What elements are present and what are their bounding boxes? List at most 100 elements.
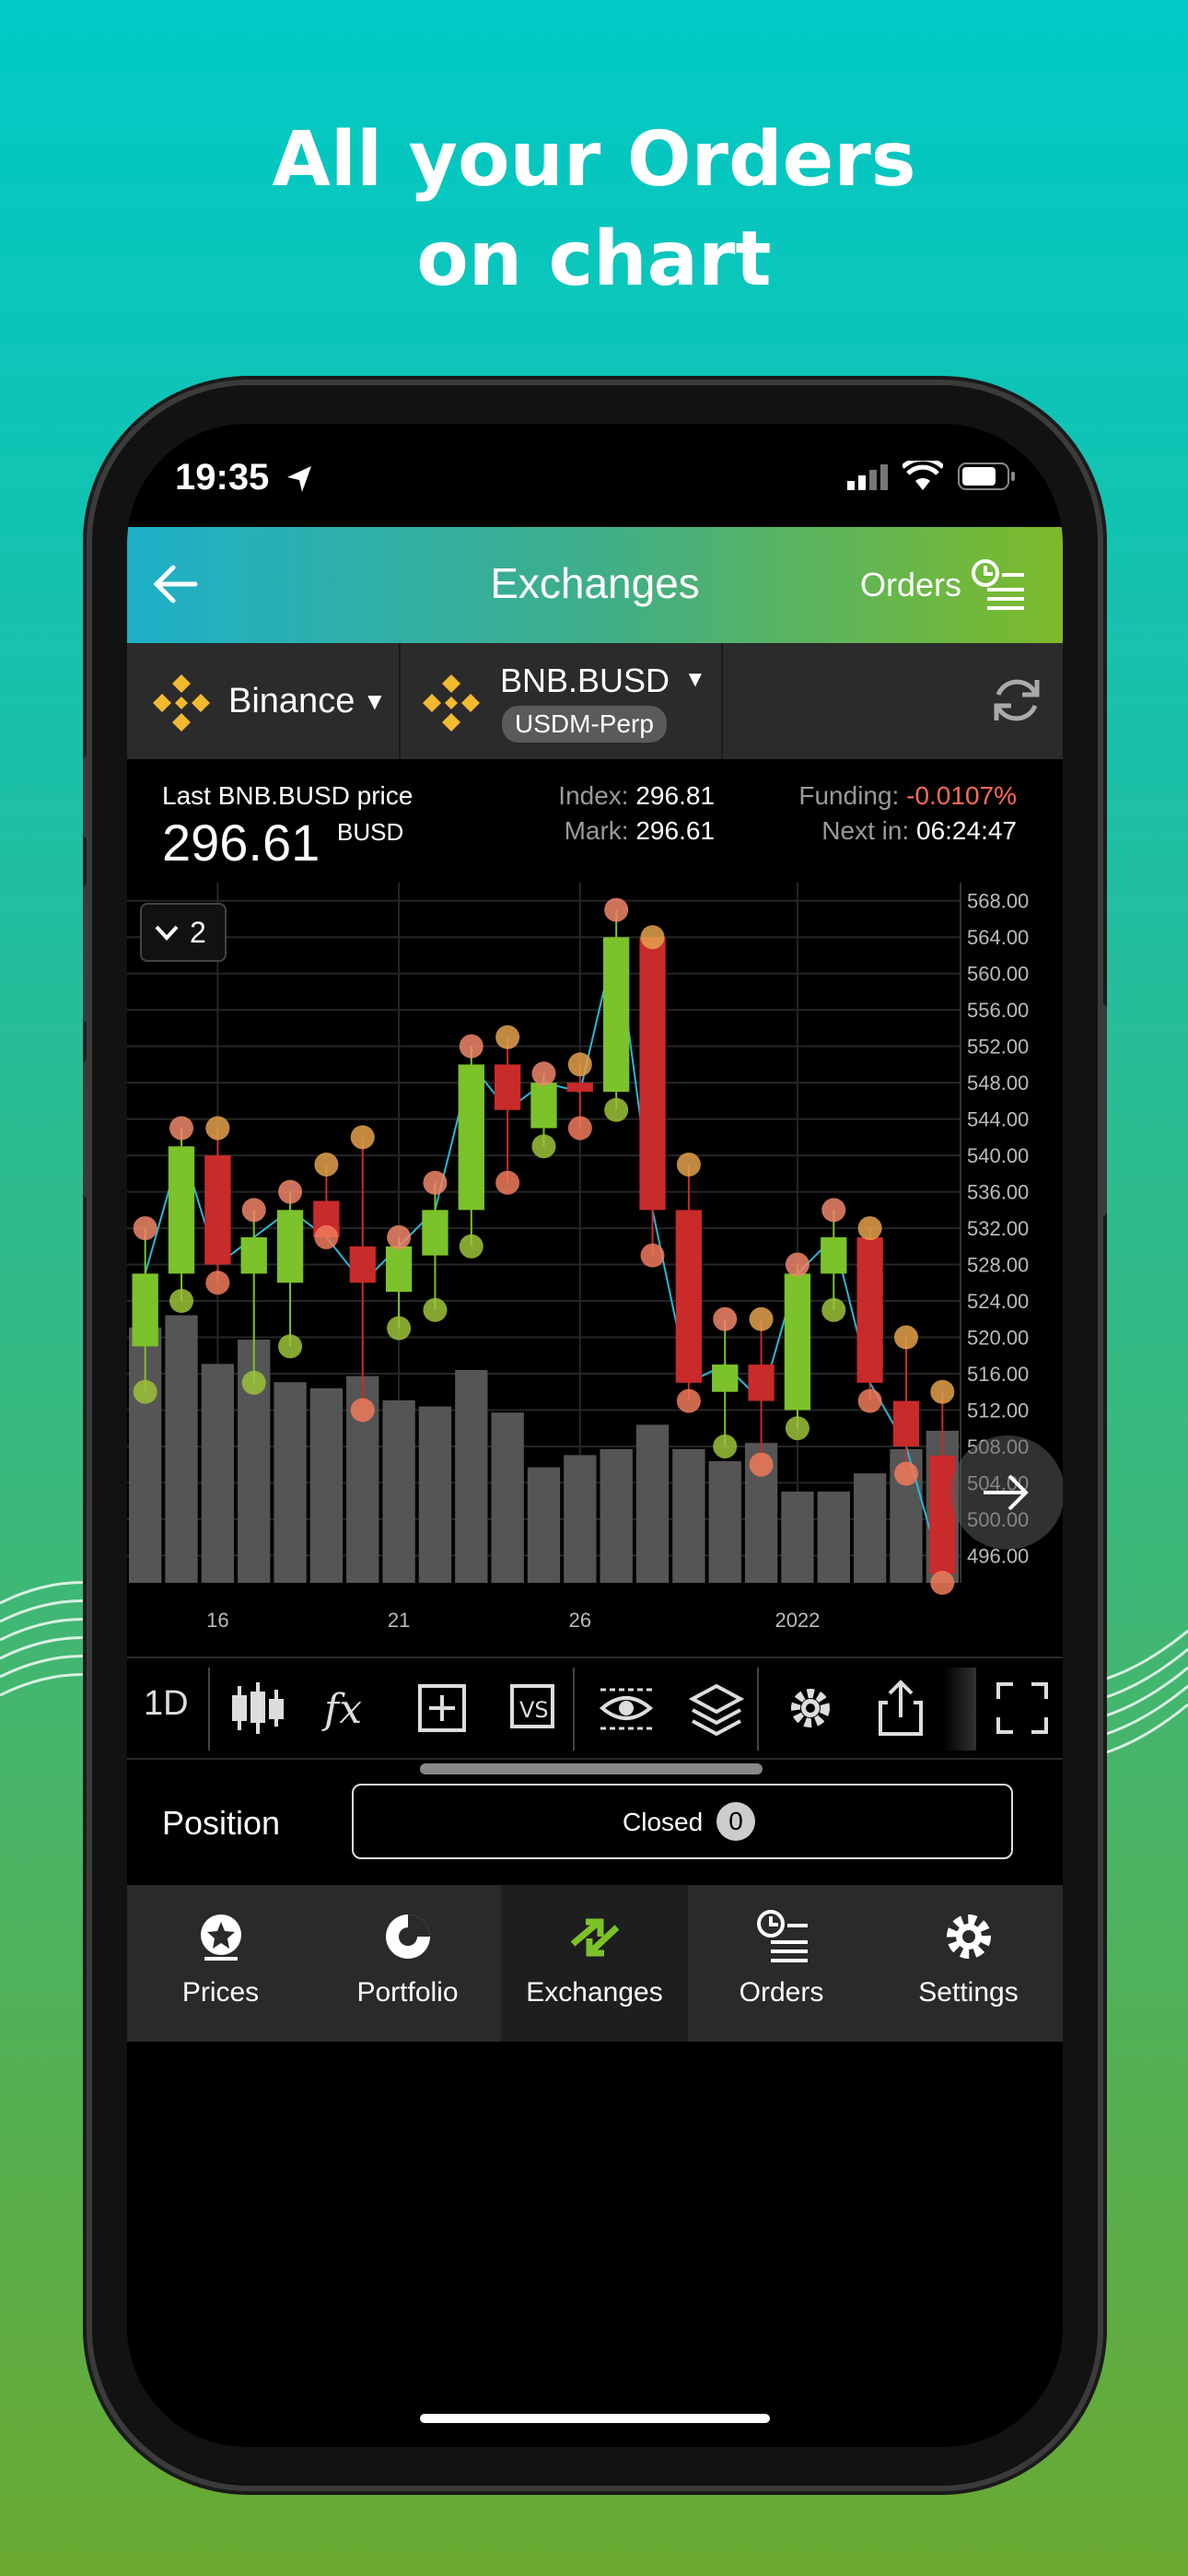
y-tick-label: 552.00 (967, 1036, 1029, 1059)
order-marker (749, 1452, 774, 1477)
candlestick-chart[interactable]: 568.00 564.00 560.00 556.00 552.00 548.00 544.… (127, 883, 1063, 1638)
phone-power-button (1098, 1004, 1107, 1216)
interval-button[interactable]: 1D (144, 1684, 189, 1724)
candle-body (821, 1236, 847, 1274)
order-marker (930, 1379, 955, 1404)
volume-bar (564, 1455, 597, 1583)
tab-prices[interactable]: Prices (127, 1885, 314, 2042)
volume-bar (274, 1382, 307, 1583)
layers-icon[interactable] (685, 1677, 748, 1739)
order-levels-toggle[interactable]: 2 (140, 903, 227, 962)
y-tick-label: 560.00 (967, 963, 1029, 986)
candle-body (422, 1210, 448, 1256)
y-tick-label: 516.00 (967, 1363, 1029, 1386)
arrow-right-icon (984, 1474, 1029, 1511)
next-funding-label: Next in: 06:24:47 (821, 816, 1017, 845)
y-tick-label: 532.00 (967, 1217, 1029, 1240)
candle-body (240, 1236, 267, 1274)
tab-portfolio[interactable]: Portfolio (314, 1885, 501, 2042)
order-marker (314, 1152, 339, 1177)
order-marker (205, 1270, 230, 1295)
next-funding-value: 06:24:47 (916, 816, 1017, 845)
tab-exchanges[interactable]: Exchanges (501, 1885, 688, 2042)
orders-button[interactable]: Orders (860, 566, 961, 604)
candle-body (349, 1246, 376, 1283)
candle-body (856, 1236, 883, 1383)
price-chart[interactable]: 568.00 564.00 560.00 556.00 552.00 548.00 544.… (127, 883, 1063, 1638)
indicators-fx-icon[interactable]: fx (319, 1677, 381, 1739)
orders-list-icon[interactable] (969, 558, 1026, 612)
add-drawing-icon[interactable] (411, 1677, 473, 1739)
tab-bar: Prices Portfolio Exchanges Orders Settin… (127, 1885, 1063, 2042)
candlestick-type-icon[interactable] (227, 1677, 289, 1739)
candle-body (566, 1083, 594, 1093)
order-marker (133, 1216, 157, 1241)
visibility-eye-icon[interactable] (595, 1677, 658, 1739)
order-marker (495, 1170, 520, 1195)
order-marker (785, 1252, 809, 1277)
cellular-signal-icon (847, 464, 888, 490)
x-tick-label: 16 (206, 1609, 228, 1632)
order-marker (821, 1198, 846, 1223)
order-marker (495, 1025, 520, 1049)
svg-text:VS: VS (519, 1697, 549, 1723)
scroll-to-latest-button[interactable] (950, 1435, 1063, 1550)
volume-bar (418, 1406, 452, 1583)
order-marker (278, 1334, 303, 1359)
order-marker (893, 1461, 918, 1486)
order-marker (604, 897, 629, 922)
candle-body (712, 1364, 739, 1392)
position-closed-button[interactable]: Closed 0 (352, 1784, 1013, 1859)
candle-body (892, 1400, 920, 1446)
status-time: 19:35 (175, 457, 270, 498)
battery-icon (958, 463, 1015, 490)
candle-body (530, 1083, 557, 1129)
share-icon[interactable] (869, 1677, 932, 1739)
order-marker (640, 925, 665, 950)
sheet-drag-handle[interactable] (420, 1763, 763, 1774)
tab-settings[interactable]: Settings (875, 1885, 1062, 2042)
volume-bar (455, 1370, 488, 1583)
order-marker (821, 1297, 846, 1322)
order-marker (241, 1370, 266, 1395)
y-tick-label: 544.00 (967, 1108, 1029, 1131)
order-marker (423, 1297, 448, 1322)
order-marker (387, 1224, 412, 1249)
tab-label: Portfolio (356, 1977, 459, 2008)
order-marker (857, 1388, 882, 1413)
compare-vs-icon[interactable]: VS (503, 1677, 565, 1739)
volume-bar (600, 1448, 633, 1583)
position-label: Position (162, 1804, 281, 1842)
order-marker (278, 1179, 303, 1204)
order-marker (749, 1306, 774, 1331)
refresh-icon[interactable] (989, 673, 1044, 728)
y-tick-label: 556.00 (967, 999, 1029, 1022)
closed-label: Closed (623, 1808, 704, 1836)
gear-icon[interactable] (779, 1677, 842, 1739)
candle-body (784, 1273, 811, 1411)
order-marker (567, 1052, 592, 1077)
last-price-value: 296.61 (162, 814, 320, 872)
market-selector[interactable]: BNB.BUSD ▼ USDM-Perp (401, 643, 723, 759)
nav-bar: Exchanges Orders (127, 527, 1063, 643)
exchange-selector[interactable]: Binance ▼ (127, 643, 401, 759)
star-icon (201, 1914, 241, 1961)
tab-orders[interactable]: Orders (688, 1885, 875, 2042)
exchange-arrows-icon (570, 1918, 620, 1957)
y-tick-label: 540.00 (967, 1144, 1029, 1167)
order-marker (713, 1434, 738, 1458)
binance-logo-icon (153, 674, 210, 732)
svg-text:fx: fx (321, 1686, 362, 1733)
x-tick-label: 21 (388, 1609, 410, 1632)
x-tick-label: 2022 (775, 1609, 820, 1632)
phone-volume-down (83, 1060, 92, 1198)
order-marker (785, 1416, 809, 1441)
mark-value: 296.61 (635, 816, 715, 845)
home-indicator (420, 2414, 770, 2423)
order-marker (459, 1234, 483, 1259)
volume-bar (382, 1400, 415, 1583)
volume-bar (672, 1448, 705, 1583)
order-marker (604, 1097, 629, 1122)
y-tick-label: 524.00 (967, 1290, 1029, 1313)
fullscreen-icon[interactable] (991, 1677, 1054, 1739)
